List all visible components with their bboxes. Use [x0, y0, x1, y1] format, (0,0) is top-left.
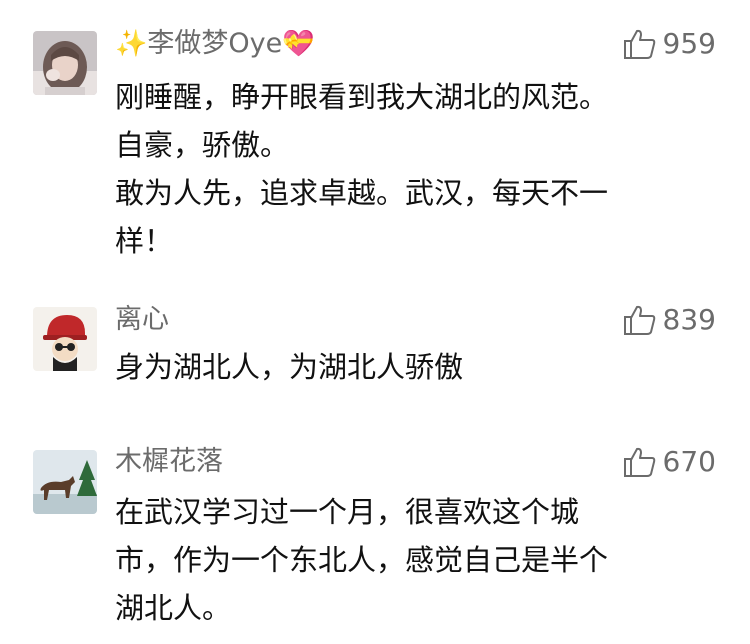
comment-line: 敢为人先，追求卓越。武汉，每天不一 — [115, 176, 609, 210]
comment-text: 在武汉学习过一个月，很喜欢这个城 市，作为一个东北人，感觉自己是半个 湖北人。 — [115, 488, 715, 632]
comment-line: 自豪，骄傲。 — [115, 128, 290, 162]
avatar[interactable] — [33, 307, 97, 371]
avatar-cartoon — [33, 307, 97, 371]
avatar[interactable] — [33, 31, 97, 95]
username[interactable]: 离心 — [115, 304, 169, 336]
username[interactable]: ✨李做梦Oye💝 — [115, 28, 315, 60]
sparkle-icon: ✨ — [115, 29, 148, 59]
like-button[interactable]: 839 — [623, 304, 716, 336]
comment-line: 身为湖北人，为湖北人骄傲 — [115, 350, 464, 384]
like-button[interactable]: 959 — [623, 28, 716, 60]
thumbs-up-icon — [623, 447, 655, 477]
comment-line: 市，作为一个东北人，感觉自己是半个 — [115, 543, 609, 577]
comment-line: 在武汉学习过一个月，很喜欢这个城 — [115, 495, 580, 529]
username-text: 木樨花落 — [115, 446, 223, 477]
comment-line: 湖北人。 — [115, 591, 232, 625]
avatar[interactable] — [33, 450, 97, 514]
username[interactable]: 木樨花落 — [115, 446, 223, 478]
thumbs-up-icon — [623, 29, 655, 59]
like-button[interactable]: 670 — [623, 446, 716, 478]
thumbs-up-icon — [623, 305, 655, 335]
avatar-photo-girl — [33, 31, 97, 95]
avatar-landscape — [33, 450, 97, 514]
like-count: 670 — [662, 445, 716, 478]
comment-line: 样！ — [115, 224, 174, 258]
comment-text: 身为湖北人，为湖北人骄傲 — [115, 343, 715, 391]
username-text: 李做梦Oye — [147, 28, 283, 59]
like-count: 959 — [662, 27, 716, 60]
comment-line: 刚睡醒，睁开眼看到我大湖北的风范。 — [115, 80, 609, 114]
like-count: 839 — [662, 303, 716, 336]
username-text: 离心 — [115, 304, 169, 335]
comment-text: 刚睡醒，睁开眼看到我大湖北的风范。 自豪，骄傲。 敢为人先，追求卓越。武汉，每天… — [115, 73, 715, 265]
gift-heart-icon: 💝 — [282, 29, 315, 59]
